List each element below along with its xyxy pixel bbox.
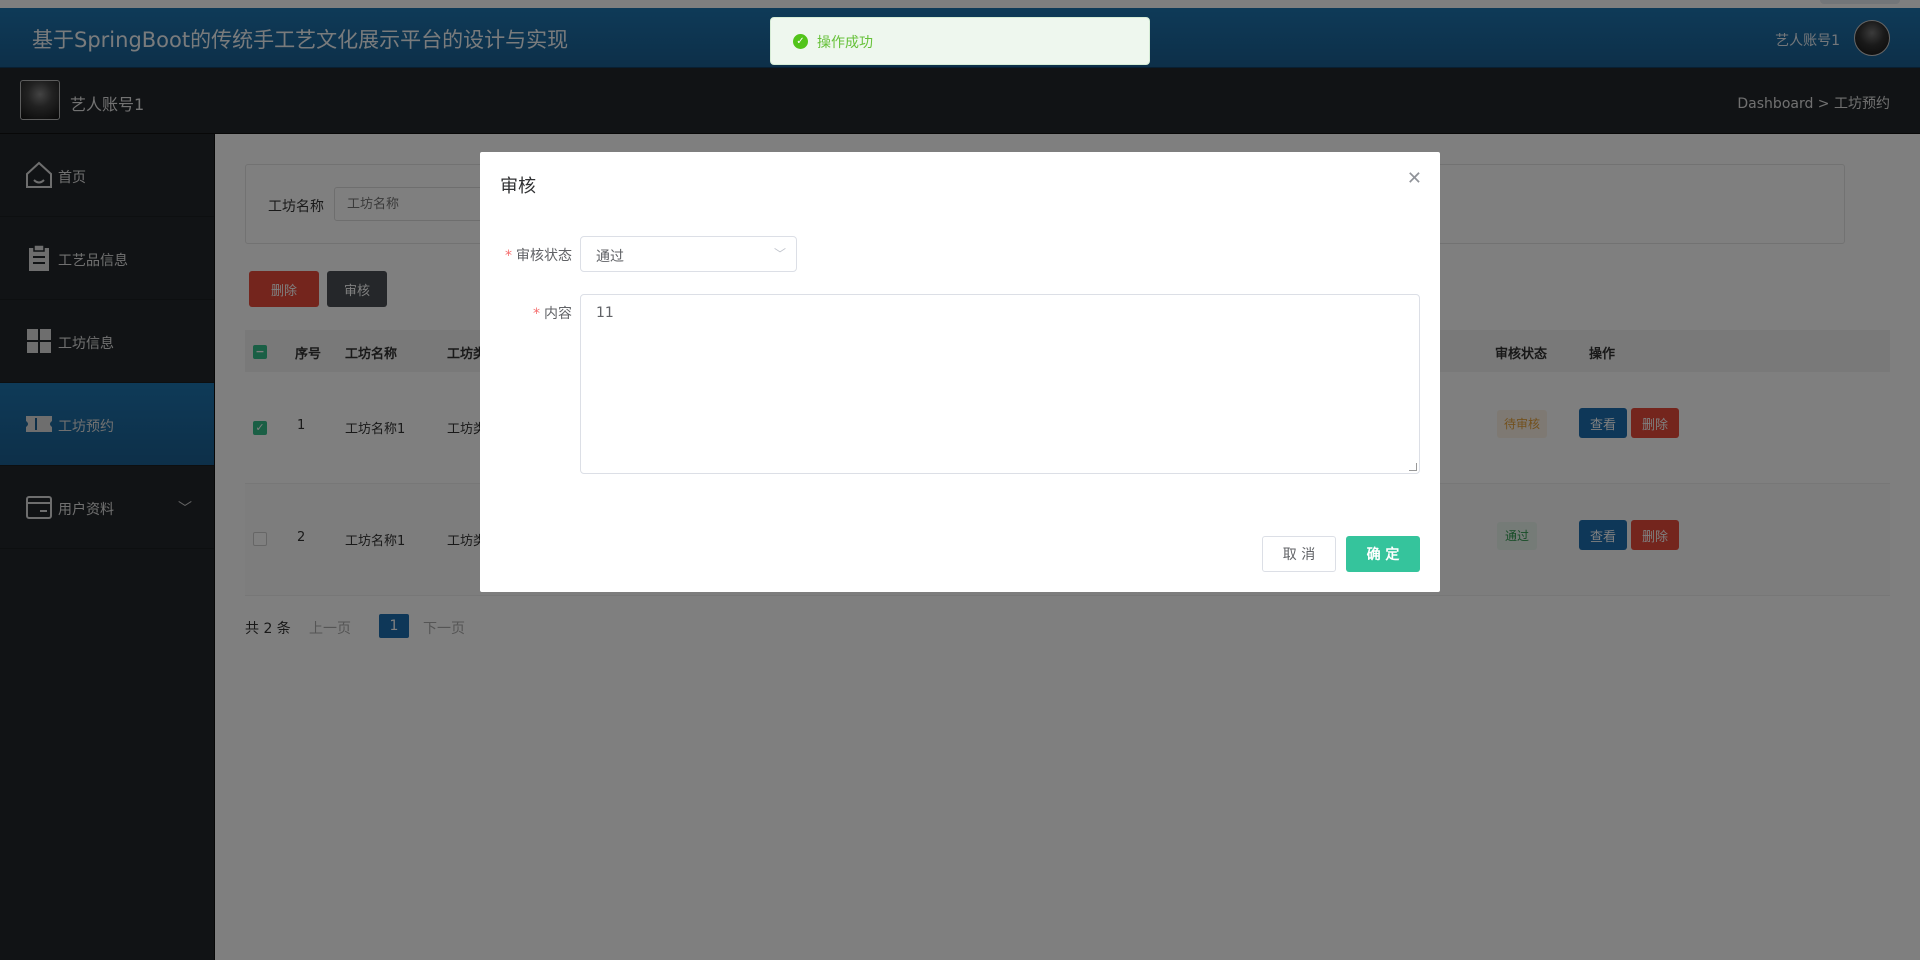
audit-dialog: 审核 ✕ * 审核状态 通过 ﹀ * 内容 11 取 消 确 定 — [480, 152, 1440, 592]
success-toast: ✓ 操作成功 — [770, 17, 1150, 65]
toast-message: 操作成功 — [817, 35, 873, 51]
content-text: 11 — [596, 305, 614, 321]
check-circle-icon: ✓ — [793, 34, 808, 49]
status-select-value: 通过 — [596, 249, 624, 265]
status-select[interactable]: 通过 ﹀ — [580, 236, 797, 272]
content-field-label: * 内容 — [533, 306, 572, 322]
cancel-button[interactable]: 取 消 — [1262, 536, 1336, 572]
content-textarea[interactable]: 11 — [580, 294, 1420, 474]
dialog-title: 审核 — [500, 176, 536, 197]
close-icon[interactable]: ✕ — [1407, 168, 1422, 189]
status-field-label: * 审核状态 — [505, 248, 572, 264]
chevron-down-icon: ﹀ — [773, 247, 786, 261]
resize-handle[interactable] — [1409, 463, 1417, 471]
confirm-button[interactable]: 确 定 — [1346, 536, 1420, 572]
